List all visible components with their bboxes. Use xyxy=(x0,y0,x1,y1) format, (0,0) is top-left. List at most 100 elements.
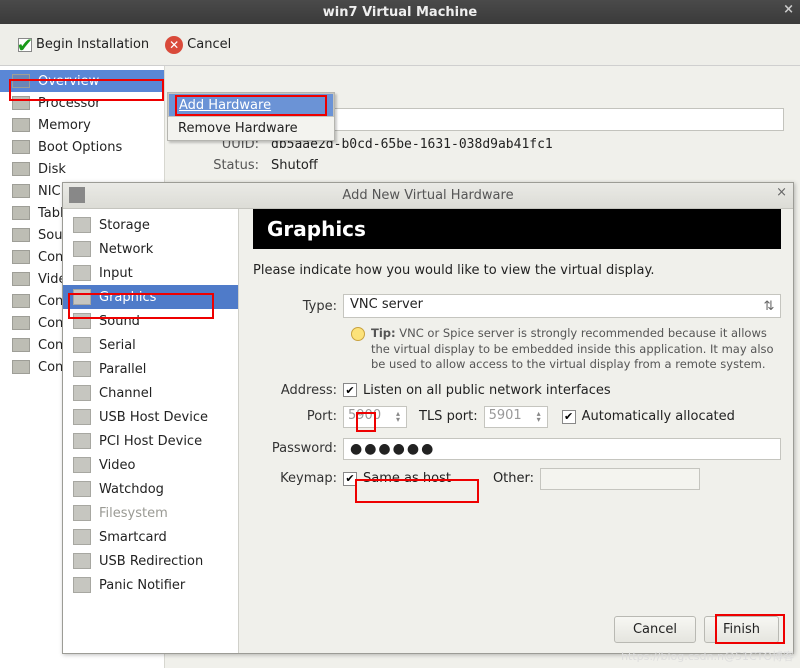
dlg-side-label: Watchdog xyxy=(99,482,164,497)
begin-installation-button[interactable]: ✔ Begin Installation xyxy=(12,33,155,56)
dlg-side-pci-host[interactable]: PCI Host Device xyxy=(63,429,238,453)
dialog-main: Graphics Please indicate how you would l… xyxy=(239,209,793,653)
controller-icon xyxy=(12,294,30,308)
dlg-side-input[interactable]: Input xyxy=(63,261,238,285)
sidebar-item-label: Disk xyxy=(38,162,66,177)
tls-label: TLS port: xyxy=(419,409,478,424)
check-icon: ✔ xyxy=(18,38,32,52)
sidebar-item-label: Tabl xyxy=(38,206,64,221)
dlg-side-label: Channel xyxy=(99,386,152,401)
dlg-side-serial[interactable]: Serial xyxy=(63,333,238,357)
sidebar-item-boot[interactable]: Boot Options xyxy=(0,136,164,158)
dlg-side-label: Network xyxy=(99,242,153,257)
sidebar-item-label: Memory xyxy=(38,118,91,133)
spinner-icon: ▴▾ xyxy=(532,407,546,427)
sidebar-item-label: Processor xyxy=(38,96,101,111)
tablet-icon xyxy=(12,206,30,220)
dlg-side-channel[interactable]: Channel xyxy=(63,381,238,405)
console-icon xyxy=(12,250,30,264)
sound-icon xyxy=(12,228,30,242)
address-checkbox[interactable]: ✔ xyxy=(343,383,357,397)
keymap-checkbox[interactable]: ✔ xyxy=(343,472,357,486)
dialog-close-icon[interactable]: × xyxy=(776,185,787,200)
dlg-side-label: Video xyxy=(99,458,135,473)
cancel-button[interactable]: ✕ Cancel xyxy=(159,32,237,58)
dlg-side-watchdog[interactable]: Watchdog xyxy=(63,477,238,501)
cancel-label: Cancel xyxy=(187,37,231,52)
dlg-side-label: Graphics xyxy=(99,290,156,305)
updown-icon: ⇅ xyxy=(762,295,776,317)
bulb-icon xyxy=(351,327,365,341)
dlg-side-label: USB Redirection xyxy=(99,554,203,569)
tip-text: Tip: VNC or Spice server is strongly rec… xyxy=(351,326,781,373)
menu-label: Add Hardware xyxy=(179,98,271,113)
keymap-other-input[interactable] xyxy=(540,468,700,490)
spinner-icon: ▴▾ xyxy=(391,407,405,427)
tls-port-input[interactable]: 5901▴▾ xyxy=(484,406,548,428)
sidebar-item-overview[interactable]: Overview xyxy=(0,70,164,92)
dlg-side-parallel[interactable]: Parallel xyxy=(63,357,238,381)
close-icon[interactable]: × xyxy=(783,2,794,17)
cpu-icon xyxy=(12,96,30,110)
keymap-check-label: Same as host xyxy=(363,471,451,486)
dlg-side-label: Filesystem xyxy=(99,506,168,521)
dlg-side-storage[interactable]: Storage xyxy=(63,213,238,237)
controller-icon xyxy=(12,360,30,374)
type-label: Type: xyxy=(253,299,337,314)
dlg-side-label: Smartcard xyxy=(99,530,167,545)
usb-icon xyxy=(73,409,91,425)
sidebar-item-label: Sou xyxy=(38,228,62,243)
dlg-side-sound[interactable]: Sound xyxy=(63,309,238,333)
auto-checkbox[interactable]: ✔ xyxy=(562,410,576,424)
dialog-finish-button[interactable]: Finish xyxy=(704,616,779,643)
dlg-side-network[interactable]: Network xyxy=(63,237,238,261)
type-select[interactable]: VNC server ⇅ xyxy=(343,294,781,318)
status-label: Status: xyxy=(189,158,259,173)
controller-icon xyxy=(12,338,30,352)
address-check-label: Listen on all public network interfaces xyxy=(363,383,611,398)
begin-label: Begin Installation xyxy=(36,37,149,52)
sidebar-item-label: NIC xyxy=(38,184,61,199)
sidebar-item-label: Boot Options xyxy=(38,140,122,155)
menu-add-hardware[interactable]: Add Hardware xyxy=(168,93,334,117)
panic-icon xyxy=(73,577,91,593)
sidebar-item-disk[interactable]: Disk xyxy=(0,158,164,180)
pci-icon xyxy=(73,433,91,449)
video-icon xyxy=(73,457,91,473)
menu-label: Remove Hardware xyxy=(178,121,298,136)
sound-icon xyxy=(73,313,91,329)
parallel-icon xyxy=(73,361,91,377)
controller-icon xyxy=(12,316,30,330)
dlg-side-graphics[interactable]: Graphics xyxy=(63,285,238,309)
dialog-footer: Cancel Finish xyxy=(614,616,779,643)
dlg-side-panic[interactable]: Panic Notifier xyxy=(63,573,238,597)
dlg-side-label: Serial xyxy=(99,338,136,353)
tip-body: VNC or Spice server is strongly recommen… xyxy=(371,326,774,371)
nic-icon xyxy=(12,184,30,198)
dlg-side-smartcard[interactable]: Smartcard xyxy=(63,525,238,549)
password-label: Password: xyxy=(253,441,337,456)
password-input[interactable]: ●●●●●● xyxy=(343,438,781,460)
sidebar-item-processor[interactable]: Processor xyxy=(0,92,164,114)
sidebar-item-memory[interactable]: Memory xyxy=(0,114,164,136)
context-menu: Add Hardware Remove Hardware xyxy=(167,92,335,141)
monitor-icon xyxy=(12,74,30,88)
dlg-side-video[interactable]: Video xyxy=(63,453,238,477)
auto-label: Automatically allocated xyxy=(582,409,735,424)
port-input[interactable]: 5900▴▾ xyxy=(343,406,407,428)
channel-icon xyxy=(73,385,91,401)
menu-remove-hardware[interactable]: Remove Hardware xyxy=(168,117,334,140)
dlg-side-label: Panic Notifier xyxy=(99,578,185,593)
name-input[interactable] xyxy=(271,108,784,131)
video-icon xyxy=(12,272,30,286)
boot-icon xyxy=(12,140,30,154)
smartcard-icon xyxy=(73,529,91,545)
sidebar-item-label: Con xyxy=(38,360,63,375)
dlg-side-label: Storage xyxy=(99,218,150,233)
dlg-side-usb-redir[interactable]: USB Redirection xyxy=(63,549,238,573)
folder-icon xyxy=(73,505,91,521)
dlg-side-usb-host[interactable]: USB Host Device xyxy=(63,405,238,429)
dialog-intro: Please indicate how you would like to vi… xyxy=(253,263,781,278)
dialog-cancel-button[interactable]: Cancel xyxy=(614,616,696,643)
dlg-side-label: PCI Host Device xyxy=(99,434,202,449)
